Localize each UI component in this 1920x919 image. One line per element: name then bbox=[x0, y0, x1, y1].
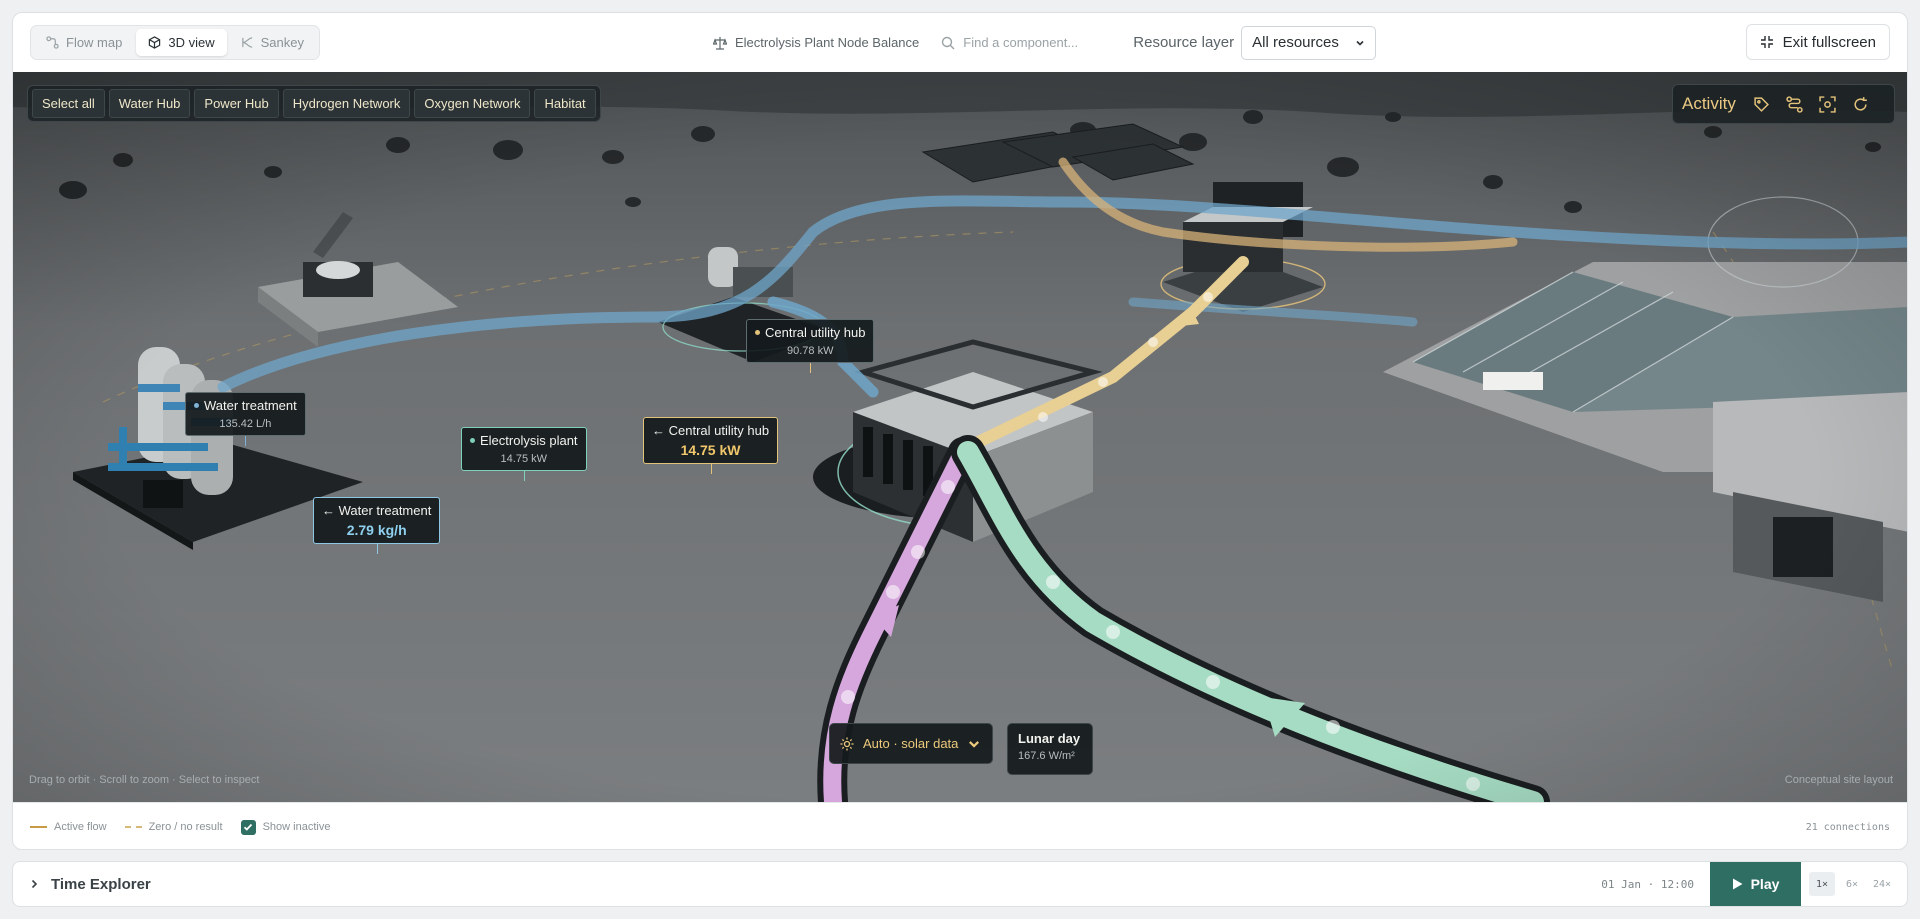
route-icon[interactable] bbox=[1786, 95, 1804, 113]
time-explorer-bar: Time Explorer 01 Jan · 12:00 Play 1× 6× … bbox=[12, 861, 1908, 907]
tag-value: 2.79 kg/h bbox=[346, 522, 407, 538]
reset-icon[interactable] bbox=[1852, 95, 1870, 113]
tag-stem bbox=[810, 363, 812, 373]
checkmark-icon bbox=[243, 823, 253, 831]
tag-value: 90.78 kW bbox=[786, 345, 834, 357]
layout-note: Conceptual site layout bbox=[1784, 774, 1893, 786]
sankey-icon bbox=[241, 37, 252, 48]
tag-title: Electrolysis plant bbox=[480, 433, 578, 448]
show-inactive-label: Show inactive bbox=[262, 821, 331, 833]
play-icon bbox=[1732, 878, 1743, 890]
irradiance-value: 167.6 W/m² bbox=[1018, 750, 1075, 762]
activity-label[interactable]: Activity bbox=[1682, 94, 1736, 114]
search-icon bbox=[942, 36, 955, 49]
navigation-hint: Drag to orbit · Scroll to zoom · Select … bbox=[29, 774, 260, 786]
tag-title: ← Central utility hub bbox=[652, 423, 770, 438]
legend-active-flow: Active flow bbox=[30, 821, 107, 833]
current-datetime: 01 Jan · 12:00 bbox=[1601, 877, 1694, 891]
flow-map-icon bbox=[46, 36, 59, 49]
view-switcher: Flow map 3D view Sankey bbox=[30, 25, 320, 60]
group-select-all-button[interactable]: Select all bbox=[32, 89, 105, 118]
tag-stem bbox=[523, 471, 525, 481]
play-label: Play bbox=[1750, 876, 1780, 892]
component-search[interactable]: Find a component... bbox=[941, 35, 1111, 50]
dashed-line-swatch bbox=[124, 826, 142, 828]
legend-bar: Active flow Zero / no result Show inacti… bbox=[13, 802, 1907, 849]
status-dot bbox=[194, 403, 199, 408]
exit-fullscreen-label: Exit fullscreen bbox=[1782, 33, 1876, 51]
chevron-right-icon[interactable] bbox=[29, 879, 39, 889]
group-oxygen-network-button[interactable]: Oxygen Network bbox=[414, 89, 531, 118]
tag-stem bbox=[245, 436, 247, 446]
view-3d-label: 3D view bbox=[168, 35, 215, 50]
tag-title: Central utility hub bbox=[765, 325, 866, 340]
group-filter-bar: Select all Water Hub Power Hub Hydrogen … bbox=[27, 85, 601, 122]
top-bar: Flow map 3D view Sankey Electrolysis Pla… bbox=[13, 13, 1907, 72]
legend-zero-result: Zero / no result bbox=[124, 821, 223, 833]
group-hydrogen-network-button[interactable]: Hydrogen Network bbox=[282, 89, 411, 118]
solid-line-swatch bbox=[30, 826, 47, 828]
scene-viewport[interactable]: Select all Water Hub Power Hub Hydrogen … bbox=[13, 72, 1908, 802]
node-tag-central-utility-hub[interactable]: Central utility hub 90.78 kW bbox=[746, 319, 875, 373]
tag-value: 135.42 L/h bbox=[219, 418, 272, 430]
app-window: Flow map 3D view Sankey Electrolysis Pla… bbox=[12, 12, 1908, 850]
view-sankey-button[interactable]: Sankey bbox=[229, 29, 316, 56]
node-tag-water-treatment[interactable]: Water treatment 135.42 L/h bbox=[185, 392, 306, 446]
lunar-period-label: Lunar day bbox=[1018, 731, 1081, 746]
sun-icon bbox=[840, 737, 854, 750]
collapse-icon bbox=[1760, 36, 1773, 48]
node-tag-electrolysis-plant[interactable]: Electrolysis plant 14.75 kW bbox=[461, 427, 587, 481]
solar-mode-select[interactable]: Auto · solar data bbox=[829, 723, 993, 764]
node-balance-label: Electrolysis Plant Node Balance bbox=[735, 35, 920, 50]
view-flow-map-label: Flow map bbox=[66, 35, 123, 50]
resource-layer-label: Resource layer bbox=[1133, 34, 1235, 51]
group-habitat-button[interactable]: Habitat bbox=[534, 89, 596, 118]
solar-mode-label: Auto · solar data bbox=[863, 736, 959, 751]
view-3d-button[interactable]: 3D view bbox=[136, 29, 227, 56]
legend-zero-label: Zero / no result bbox=[148, 821, 223, 833]
search-placeholder: Find a component... bbox=[963, 35, 1079, 50]
activity-toolbar: Activity bbox=[1672, 84, 1895, 124]
show-inactive-toggle[interactable]: Show inactive bbox=[240, 819, 331, 835]
viewport-vignette bbox=[13, 72, 1907, 802]
status-dot bbox=[470, 438, 475, 443]
resource-layer-select[interactable]: All resources bbox=[1241, 25, 1377, 60]
tag-title: Water treatment bbox=[204, 398, 297, 413]
cube-icon bbox=[149, 36, 161, 49]
group-water-hub-button[interactable]: Water Hub bbox=[108, 89, 191, 118]
tag-stem bbox=[710, 464, 712, 474]
view-flow-map-button[interactable]: Flow map bbox=[34, 29, 134, 56]
playback-speed-group: 1× 6× 24× bbox=[1809, 872, 1895, 896]
focus-icon[interactable] bbox=[1819, 95, 1837, 113]
view-sankey-label: Sankey bbox=[260, 35, 304, 50]
resource-layer-value: All resources bbox=[1252, 34, 1339, 51]
node-balance-link[interactable]: Electrolysis Plant Node Balance bbox=[713, 35, 919, 50]
legend-active-label: Active flow bbox=[54, 821, 107, 833]
tag-value: 14.75 kW bbox=[680, 442, 741, 458]
tag-stem bbox=[376, 544, 378, 554]
speed-1x-button[interactable]: 1× bbox=[1809, 872, 1835, 896]
show-inactive-checkbox[interactable] bbox=[240, 819, 256, 835]
scale-icon bbox=[713, 36, 727, 50]
chevron-down-icon bbox=[1356, 40, 1364, 46]
status-dot bbox=[755, 330, 760, 335]
tag-value: 14.75 kW bbox=[500, 453, 547, 465]
group-power-hub-button[interactable]: Power Hub bbox=[194, 89, 279, 118]
speed-6x-button[interactable]: 6× bbox=[1839, 872, 1865, 896]
tag-icon[interactable] bbox=[1753, 95, 1771, 113]
chevron-down-icon bbox=[969, 740, 980, 748]
play-button[interactable]: Play bbox=[1710, 862, 1801, 906]
connection-count: 21 connections bbox=[1805, 821, 1890, 833]
lunar-site-scene[interactable] bbox=[13, 72, 1908, 802]
speed-24x-button[interactable]: 24× bbox=[1869, 872, 1895, 896]
tag-title: ← Water treatment bbox=[322, 503, 432, 518]
center-controls: Electrolysis Plant Node Balance Find a c… bbox=[713, 25, 1377, 60]
flow-tag-water-treatment[interactable]: ← Water treatment 2.79 kg/h bbox=[313, 497, 441, 554]
time-explorer-title[interactable]: Time Explorer bbox=[51, 876, 151, 893]
flow-tag-central-utility-hub[interactable]: ← Central utility hub 14.75 kW bbox=[643, 417, 779, 474]
lunar-period-card: Lunar day 167.6 W/m² bbox=[1007, 723, 1093, 775]
exit-fullscreen-button[interactable]: Exit fullscreen bbox=[1745, 24, 1890, 60]
